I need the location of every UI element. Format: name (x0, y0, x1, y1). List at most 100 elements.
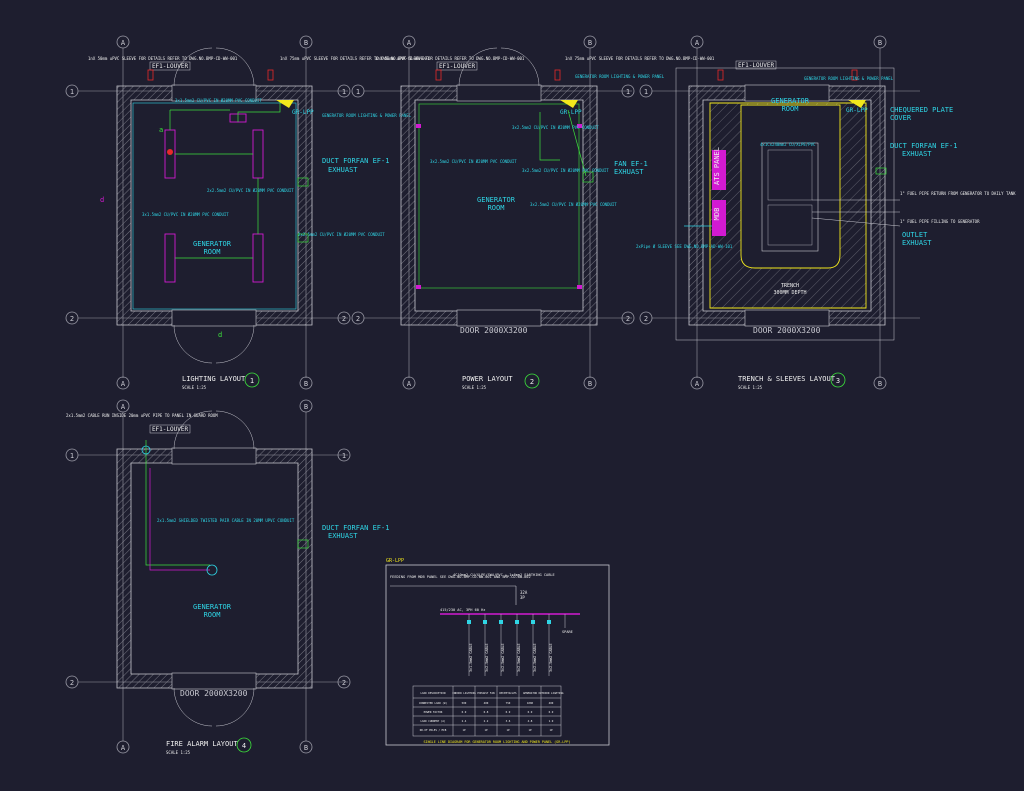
door-label: DOOR 2000X3200 (460, 326, 528, 335)
svg-text:EF1-LOUVER: EF1-LOUVER (152, 426, 189, 433)
table-cell: 750 (506, 701, 511, 705)
svg-text:INDOOR LIGHTING: INDOOR LIGHTING (452, 691, 476, 695)
grid-label-b: B (304, 39, 308, 47)
table-cell: 1000 (527, 701, 534, 705)
single-line-diagram: GR-LPP FEEDING FROM MDB PANEL SEE DWG.NO… (385, 558, 610, 746)
svg-text:GR-LPP: GR-LPP (560, 109, 582, 116)
svg-text:3x2.5mm2 CABLE: 3x2.5mm2 CABLE (501, 643, 505, 672)
svg-text:ROOM: ROOM (204, 611, 221, 619)
svg-text:EF1-LOUVER: EF1-LOUVER (439, 63, 476, 70)
svg-text:TRENCH: TRENCH (781, 283, 799, 289)
svg-text:GENERATOR ROOM LIGHTING & POWE: GENERATOR ROOM LIGHTING & POWER PANEL (575, 74, 665, 79)
svg-text:4x1Cx240mm2 CU/XLPE/PVC: 4x1Cx240mm2 CU/XLPE/PVC (760, 142, 816, 147)
svg-text:DUCT FORFAN EF-1: DUCT FORFAN EF-1 (322, 524, 389, 532)
svg-text:4C10mm2 CU/XLPE/SWA/PVC + 1x6m: 4C10mm2 CU/XLPE/SWA/PVC + 1x6mm2 EARTHIN… (453, 573, 555, 577)
lighting-layout: A B A B 1 2 1 2 EF1-LOUVER 1nX 50mm uPVC… (65, 35, 430, 390)
trench-layout: A B A B 1 2 ATS PANEL MDB EF1-LOUVER GR-LPP… (636, 35, 1016, 390)
svg-text:1: 1 (70, 452, 74, 460)
room-name: GENERATOR (193, 240, 232, 248)
grid-label-2: 2 (70, 315, 74, 323)
svg-text:B: B (878, 380, 882, 388)
svg-text:FIRE ALARM LAYOUT: FIRE ALARM LAYOUT (166, 740, 238, 748)
svg-text:1nX 75mm uPVC SLEEVE FOR DETAI: 1nX 75mm uPVC SLEEVE FOR DETAILS REFER T… (565, 56, 715, 61)
table-row-label: LOAD CURRENT (A) (421, 719, 446, 723)
svg-text:GR-LPP: GR-LPP (292, 109, 314, 116)
light-fixtures (164, 113, 264, 283)
svg-text:B: B (588, 39, 592, 47)
table-cell: 1P (506, 728, 510, 732)
svg-text:3x2.5mm2 CU/PVC IN Ø20MM PVC C: 3x2.5mm2 CU/PVC IN Ø20MM PVC CONDUIT (522, 168, 609, 173)
svg-text:1: 1 (356, 88, 360, 96)
svg-text:1: 1 (342, 88, 346, 96)
layout-title: LIGHTING LAYOUT (182, 375, 246, 383)
svg-text:ROOM: ROOM (782, 105, 799, 113)
svg-text:2: 2 (342, 679, 346, 687)
table-cell: 400 (549, 701, 554, 705)
table-row-label: CONNECTED LOAD (W) (419, 701, 448, 705)
svg-text:FAN EF-1: FAN EF-1 (614, 160, 648, 168)
svg-text:3x1.5mm2 CU/PVC IN Ø20MM PVC C: 3x1.5mm2 CU/PVC IN Ø20MM PVC CONDUIT (142, 212, 229, 217)
svg-text:DOOR 2000X3200: DOOR 2000X3200 (753, 326, 821, 335)
svg-text:DUCT FORFAN EF-1: DUCT FORFAN EF-1 (890, 142, 957, 150)
table-row-label: NO.OF POLES / MCB (420, 728, 447, 732)
svg-text:d: d (100, 196, 104, 204)
svg-text:2x2.5mm2 CU/PVC IN Ø20MM PVC C: 2x2.5mm2 CU/PVC IN Ø20MM PVC CONDUIT (207, 188, 294, 193)
svg-text:GENERATOR ROOM LIGHTING & POWE: GENERATOR ROOM LIGHTING & POWER PANEL (322, 113, 412, 118)
trench-floor (709, 102, 867, 309)
svg-text:3x1.5mm2 CABLE: 3x1.5mm2 CABLE (469, 643, 473, 672)
fire-alarm-layout: A B A B 1 2 1 2 EF1-LOUVER 2x1.5mm2 CABLE RU… (65, 399, 389, 755)
table-cell: 1P (528, 728, 532, 732)
svg-text:GR-LPP: GR-LPP (386, 558, 404, 564)
svg-text:2: 2 (626, 315, 630, 323)
svg-text:3x2.5mm2 CU/PVC IN Ø20MM PVC C: 3x2.5mm2 CU/PVC IN Ø20MM PVC CONDUIT (512, 125, 599, 130)
sleeve-note: 1nX 50mm uPVC SLEEVE FOR DETAILS REFER T… (88, 56, 238, 61)
svg-text:1: 1 (250, 377, 254, 385)
svg-text:GENERATOR: GENERATOR (193, 603, 232, 611)
table-cell: 1P (462, 728, 466, 732)
svg-text:300MM DEPTH: 300MM DEPTH (773, 290, 806, 296)
svg-text:3x2.5mm2 CABLE: 3x2.5mm2 CABLE (485, 643, 489, 672)
table-cell: 0.9 (528, 710, 533, 714)
drawing-canvas: A B A B 1 2 1 2 EF1-LOUVER 1nX 50mm uPVC… (65, 35, 1016, 755)
table-cell: 1P (484, 728, 488, 732)
svg-text:B: B (588, 380, 592, 388)
svg-text:A: A (407, 380, 412, 388)
table-cell: 0.9 (506, 710, 511, 714)
svg-text:2: 2 (70, 679, 74, 687)
svg-text:2x1.5mm2 CABLE RUN INSIDE 20mm: 2x1.5mm2 CABLE RUN INSIDE 20mm uPVC PIPE… (66, 413, 218, 418)
svg-text:3x2.5mm2 CU/PVC IN Ø20MM PVC C: 3x2.5mm2 CU/PVC IN Ø20MM PVC CONDUIT (530, 202, 617, 207)
svg-text:RECEPTACLES: RECEPTACLES (499, 691, 517, 695)
table-cell: 0.8 (484, 710, 489, 714)
gr-lpp-panel (276, 100, 294, 108)
svg-text:LOAD DESCRIPTION: LOAD DESCRIPTION (421, 691, 446, 695)
svg-text:GENERATOR: GENERATOR (477, 196, 516, 204)
svg-text:A: A (695, 39, 700, 47)
svg-text:B: B (304, 380, 308, 388)
svg-text:A: A (121, 744, 126, 752)
svg-text:1" FUEL PIPE RETURN FROM GENER: 1" FUEL PIPE RETURN FROM GENERATOR TO DA… (900, 191, 1016, 196)
svg-text:3x1.5mm2 CU/PVC IN Ø20MM PVC C: 3x1.5mm2 CU/PVC IN Ø20MM PVC CONDUIT (175, 98, 262, 103)
svg-text:SCALE 1:25: SCALE 1:25 (182, 385, 207, 390)
svg-text:EXHUAST: EXHUAST (328, 166, 358, 174)
svg-text:3x2.5mm2 CABLE: 3x2.5mm2 CABLE (533, 643, 537, 672)
svg-text:TRENCH & SLEEVES LAYOUT: TRENCH & SLEEVES LAYOUT (738, 375, 836, 383)
power-layout: A B A B 1 2 1 2 EF1-LOUVER 1nX 50mm uPVC SLE… (351, 35, 715, 390)
svg-text:3P: 3P (520, 595, 525, 600)
svg-text:2: 2 (530, 378, 534, 386)
grid-label-1: 1 (70, 88, 74, 96)
svg-text:GR-LPP: GR-LPP (846, 107, 868, 114)
svg-text:d: d (218, 331, 222, 339)
table-cell: 2.2 (484, 719, 489, 723)
svg-text:3x2.5mm2 CABLE: 3x2.5mm2 CABLE (517, 643, 521, 672)
svg-text:1" FUEL PIPE FILLING TO GENERA: 1" FUEL PIPE FILLING TO GENERATOR (900, 219, 980, 224)
svg-text:EXHUAST: EXHUAST (328, 532, 358, 540)
svg-text:B: B (304, 403, 308, 411)
svg-text:1: 1 (626, 88, 630, 96)
svg-text:A: A (121, 403, 126, 411)
table-cell: 3.6 (506, 719, 511, 723)
table-cell: 4.8 (528, 719, 533, 723)
svg-text:2xPipe Ø SLEEVE SEE DWG.NO.BMP: 2xPipe Ø SLEEVE SEE DWG.NO.BMP-AD-WW-101 (636, 244, 733, 249)
svg-text:EF1-LOUVER: EF1-LOUVER (738, 62, 775, 69)
svg-text:ROOM: ROOM (204, 248, 221, 256)
svg-text:CHEQUERED PLATE: CHEQUERED PLATE (890, 106, 953, 114)
